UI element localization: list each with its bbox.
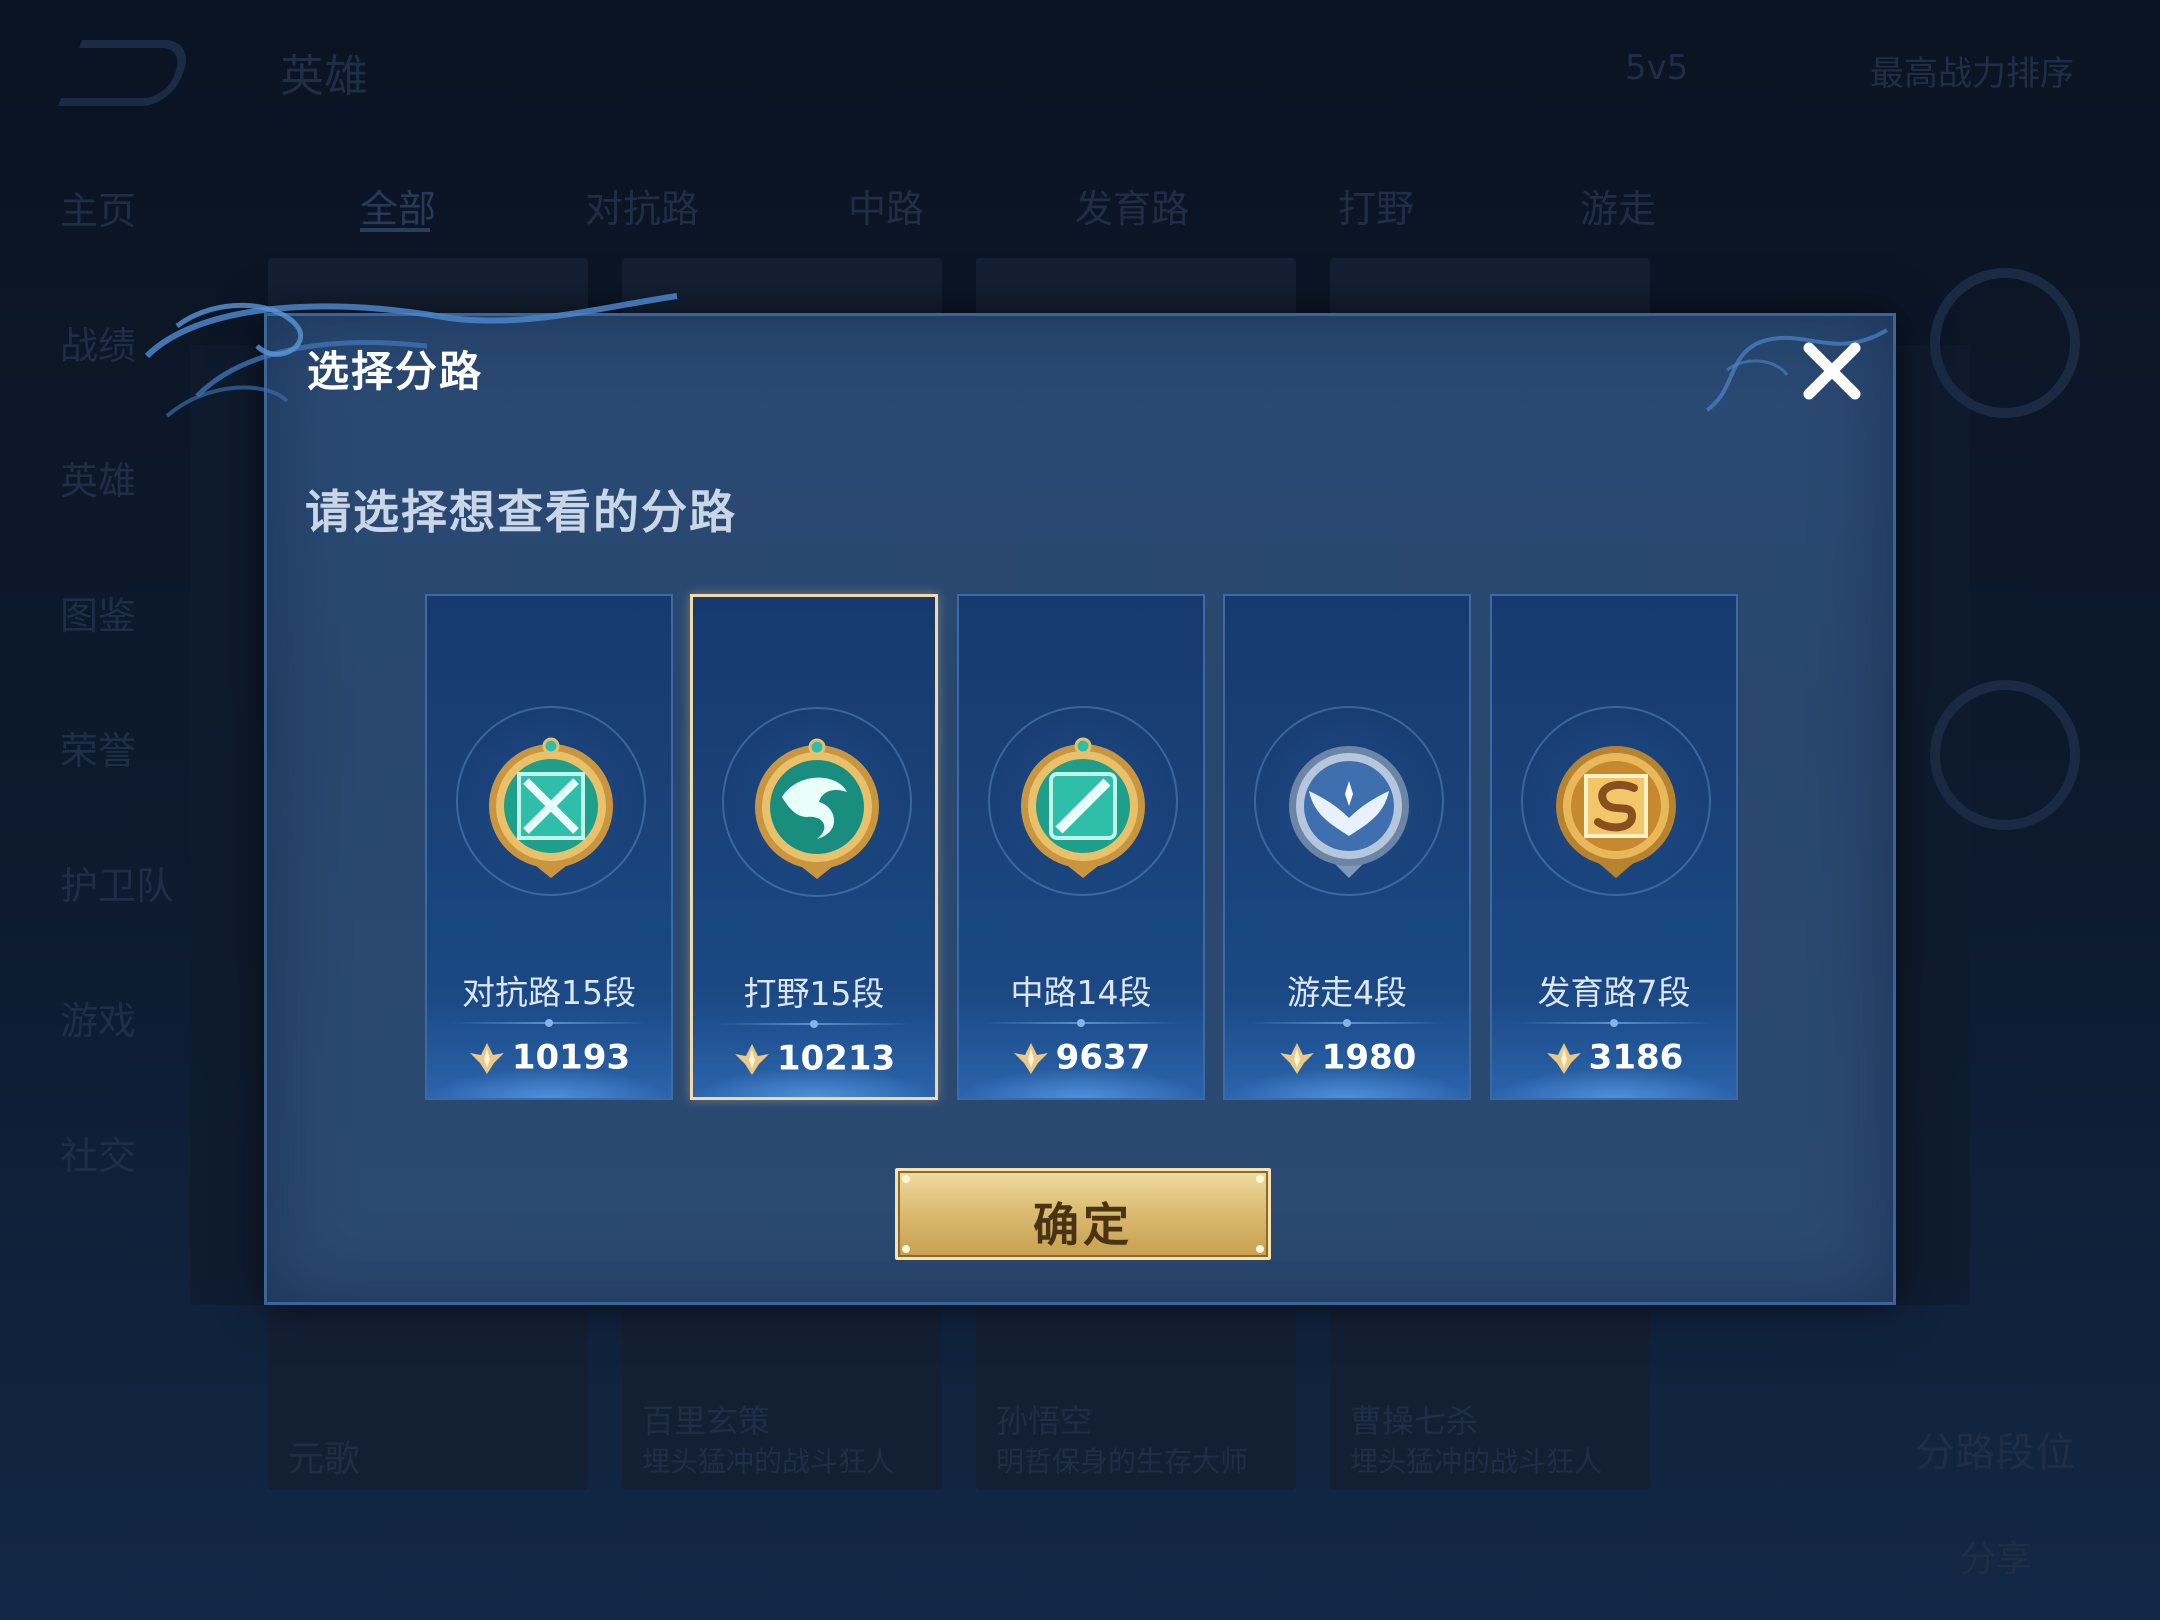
lane-card-mid[interactable]: 中路14段 9637 — [957, 594, 1205, 1100]
background-tab: 中路 — [848, 187, 925, 231]
lane-card-roam[interactable]: 游走4段 1980 — [1223, 594, 1471, 1100]
confirm-button[interactable]: 确定 — [895, 1168, 1271, 1260]
background-sidebar-item: 荣誉 — [60, 729, 137, 773]
background-sort-select: 最高战力排序 — [1870, 54, 2074, 94]
background-hero-desc: 埋头猛冲的战斗狂人 — [1350, 1445, 1603, 1478]
background-sidebar-item: 游戏 — [60, 999, 137, 1043]
clash-lane-medal-icon — [489, 737, 613, 878]
dialog-subtitle: 请选择想查看的分路 — [305, 485, 737, 539]
background-sidebar-item: 战绩 — [60, 324, 137, 368]
background-sidebar-item: 主页 — [60, 189, 137, 233]
lane-label: 对抗路15段 — [462, 973, 636, 1012]
jungle-dragon-medal-icon — [755, 738, 879, 879]
background-mode-select: 5v5 — [1625, 48, 1689, 88]
lane-options: 对抗路15段 10193 打野15段 10213 中路14段 9637 游走4段… — [425, 594, 1745, 1104]
select-lane-dialog: 选择分路 请选择想查看的分路 对抗路15段 10193 打野15段 10213 … — [144, 293, 1896, 1305]
background-tab-underline — [360, 228, 430, 232]
background-hero-card: 孙悟空 明哲保身的生存大师 — [976, 1310, 1296, 1490]
background-tab: 打野 — [1338, 187, 1415, 231]
lane-card-farm[interactable]: 发育路7段 3186 — [1490, 594, 1738, 1100]
background-sidebar-item: 英雄 — [60, 459, 137, 503]
background-share-button: 分享 — [1960, 1539, 2033, 1580]
close-button[interactable] — [1797, 336, 1867, 406]
background-hero-desc: 埋头猛冲的战斗狂人 — [642, 1445, 895, 1478]
lane-label: 中路14段 — [1010, 973, 1152, 1012]
background-hero-name: 元歌 — [288, 1439, 361, 1480]
background-hero-card: 曹操七杀 埋头猛冲的战斗狂人 — [1330, 1310, 1650, 1490]
background-tab: 游走 — [1580, 187, 1657, 231]
background-medal-icon — [1930, 268, 2080, 418]
background-medal-icon — [1930, 680, 2080, 830]
background-tab: 发育路 — [1075, 187, 1190, 231]
background-tab: 对抗路 — [585, 187, 700, 231]
background-hero-name: 曹操七杀 — [1350, 1402, 1479, 1440]
farm-lane-medal-icon — [1556, 746, 1676, 878]
lane-label: 游走4段 — [1287, 973, 1407, 1012]
background-lane-rank-title: 分路段位 — [1915, 1430, 2075, 1476]
background-title: 英雄 — [280, 51, 368, 102]
roam-wings-medal-icon — [1289, 746, 1409, 878]
background-sidebar-item: 护卫队 — [60, 864, 175, 908]
app-logo-icon — [57, 40, 196, 106]
confirm-button-label: 确定 — [1033, 1198, 1133, 1252]
dialog-title: 选择分路 — [307, 347, 484, 396]
lane-card-clash[interactable]: 对抗路15段 10193 — [425, 594, 673, 1100]
background-sidebar-item: 图鉴 — [60, 594, 137, 638]
background-tab: 全部 — [360, 187, 437, 231]
close-icon — [1803, 342, 1861, 400]
background-hero-name: 孙悟空 — [996, 1402, 1093, 1440]
background-hero-card: 百里玄策 埋头猛冲的战斗狂人 — [622, 1310, 942, 1490]
background-hero-desc: 明哲保身的生存大师 — [996, 1445, 1249, 1478]
mid-lane-medal-icon — [1021, 737, 1145, 878]
lane-card-jungle[interactable]: 打野15段 10213 — [690, 594, 938, 1100]
lane-label: 打野15段 — [743, 974, 885, 1013]
lane-label: 发育路7段 — [1537, 973, 1691, 1012]
background-sidebar-item: 社交 — [60, 1134, 137, 1178]
background-hero-card: 元歌 — [268, 1310, 588, 1490]
background-top-bar: 英雄 5v5 最高战力排序 — [0, 0, 2160, 130]
background-hero-name: 百里玄策 — [642, 1402, 771, 1440]
